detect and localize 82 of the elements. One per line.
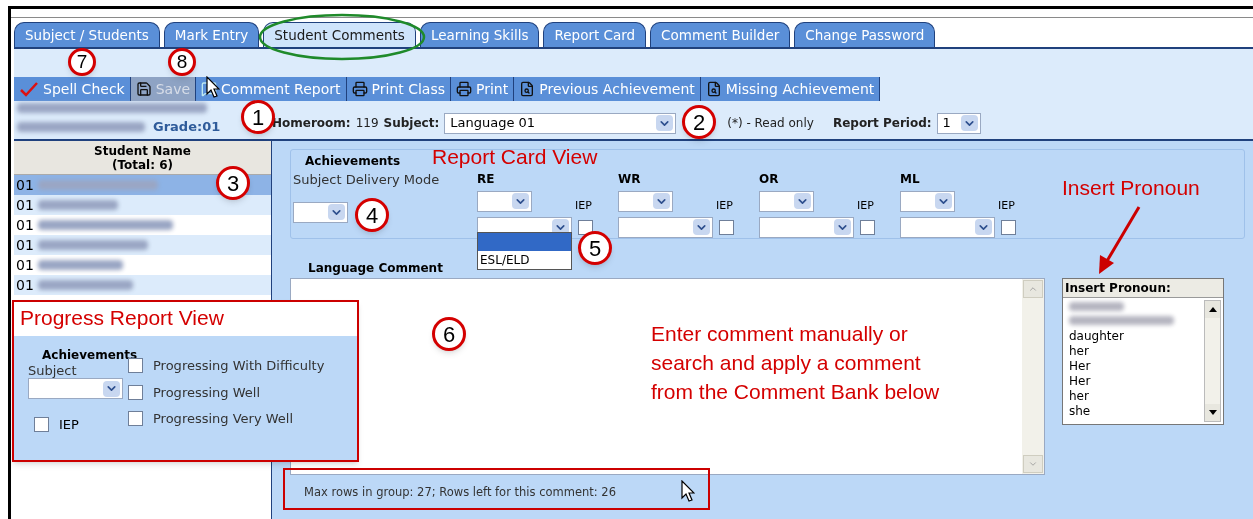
scrollbar[interactable] [1204, 300, 1221, 422]
student-number: 01 [16, 195, 34, 215]
iep-label: IEP [575, 198, 592, 214]
pronoun-option[interactable]: daughter [1069, 329, 1204, 344]
document-search-icon [705, 81, 722, 97]
save-icon [135, 81, 152, 97]
subject-dropdown[interactable]: Language 01 [444, 112, 677, 134]
subject-dropdown[interactable] [28, 378, 123, 399]
chevron-down-icon [834, 219, 851, 235]
subject-label: Subject [28, 364, 78, 378]
homeroom-value: 119 [355, 115, 379, 132]
column-header: Student Name (Total: 6) [14, 141, 271, 175]
pronoun-option[interactable]: her [1069, 344, 1204, 359]
checkbox[interactable] [34, 417, 49, 433]
chevron-down-icon [975, 219, 992, 235]
row-counter: Max rows in group: 27; Rows left for this comment: 26 [304, 484, 616, 501]
scroll-up-icon[interactable] [1205, 301, 1220, 318]
document-search-icon [519, 81, 536, 97]
checkbox[interactable] [128, 358, 143, 374]
pronoun-option[interactable]: her [1069, 389, 1204, 404]
pronoun-option[interactable]: she [1069, 404, 1204, 419]
chevron-down-icon [960, 115, 978, 131]
progress-option-label: Progressing Very Well [153, 410, 294, 428]
iep-label: IEP [857, 198, 874, 214]
chevron-down-icon [512, 193, 529, 210]
cursor-icon [206, 76, 220, 98]
student-number: 01 [16, 215, 34, 235]
checkbox[interactable] [128, 411, 143, 427]
strand-label: RE [477, 171, 496, 188]
read-only-note: (*) - Read only [727, 115, 814, 132]
student-row[interactable]: 01 [14, 275, 271, 295]
chevron-down-icon [103, 380, 120, 397]
chevron-down-icon [653, 193, 670, 210]
report-period-label: Report Period: [832, 115, 932, 132]
checkbox[interactable] [1001, 219, 1016, 235]
iep-label: IEP [998, 198, 1015, 214]
achievements-heading: Achievements [305, 153, 401, 170]
progress-option-label: Progressing Well [153, 383, 261, 402]
pronoun-panel-title: Insert Pronoun: [1063, 279, 1223, 298]
tab[interactable]: Student Comments [263, 22, 416, 47]
student-number: 01 [16, 235, 34, 255]
chevron-down-icon [693, 219, 710, 235]
homeroom-label: Homeroom: [272, 115, 351, 132]
insert-pronoun-label: Insert Pronoun [1062, 175, 1200, 201]
checkbox[interactable] [128, 384, 143, 400]
chevron-down-icon [935, 193, 952, 210]
subject-label: Subject: [383, 115, 440, 132]
chevron-down-icon [328, 204, 345, 220]
pronoun-option[interactable]: Her [1069, 374, 1204, 389]
iep-label: IEP [59, 416, 79, 434]
grade-label: Grade:01 [153, 118, 221, 137]
progress-report-view-label: Progress Report View [19, 305, 225, 331]
instructions-note: Enter comment manually or search and apply a comment from the Comment Bank below [651, 321, 941, 405]
strand-label: WR [618, 171, 642, 188]
checkbox[interactable] [578, 219, 593, 235]
dropdown-option[interactable]: ESL/ELD [478, 251, 571, 269]
speech-bubble-icon [201, 81, 218, 97]
chevron-down-icon [656, 115, 674, 131]
achievements-heading: Achievements [41, 347, 139, 364]
comment-label: Language Comment [308, 260, 443, 277]
cursor-icon [681, 480, 695, 502]
checkbox[interactable] [719, 219, 734, 235]
redacted-pronoun [1069, 302, 1124, 311]
pronoun-option[interactable]: Her [1069, 359, 1204, 374]
iep-label: IEP [716, 198, 733, 214]
report-period-dropdown[interactable]: 1 [936, 112, 981, 134]
printer-icon [351, 81, 368, 97]
student-number: 01 [16, 275, 34, 295]
student-number: 01 [16, 255, 34, 275]
report-card-view-label: Report Card View [432, 144, 598, 170]
student-row[interactable]: 01 [14, 235, 271, 255]
scroll-down-icon[interactable] [1205, 404, 1220, 421]
check-mark-icon [19, 81, 39, 97]
chevron-down-icon [794, 193, 811, 210]
progress-option-label: Progressing With Difficulty [153, 357, 325, 375]
checkbox[interactable] [860, 219, 875, 235]
strand-label: ML [900, 171, 921, 188]
student-row[interactable]: 01 [14, 195, 271, 215]
student-number: 01 [16, 175, 34, 195]
strand-label: OR [759, 171, 780, 188]
printer-icon [456, 81, 472, 97]
delivery-mode-label: Subject Delivery Mode [293, 171, 440, 189]
